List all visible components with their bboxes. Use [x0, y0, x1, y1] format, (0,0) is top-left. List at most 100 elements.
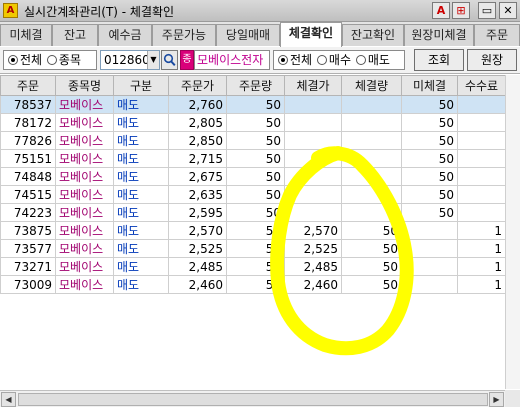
table-cell-col-order-no: 74515	[0, 185, 56, 204]
tab-unfilled[interactable]: 미체결	[0, 24, 52, 46]
tab-deposit[interactable]: 예수금	[98, 24, 152, 46]
side-sell-radio[interactable]: 매도	[355, 53, 390, 67]
table-cell-col-order-no: 73009	[0, 275, 56, 294]
column-header-col-exec-qty[interactable]: 체결량	[341, 75, 402, 96]
table-row[interactable]: 74515 모베이스 매도 2,635 50 50	[0, 185, 506, 204]
tab-ledger-unfilled[interactable]: 원장미체결	[404, 24, 474, 46]
search-button[interactable]	[161, 50, 178, 70]
table-cell-col-fee	[457, 203, 506, 222]
scroll-left-icon[interactable]: ◀	[1, 392, 16, 407]
scroll-thumb[interactable]	[18, 393, 488, 406]
table-cell-col-order-price: 2,570	[168, 221, 227, 240]
column-header-col-order-no[interactable]: 주문	[0, 75, 56, 96]
close-button[interactable]: ✕	[499, 2, 517, 19]
table-header-row: 주문 종목명 구분 주문가 주문량 체결가 체결량 미체결 수수료	[0, 75, 506, 96]
tab-orderable[interactable]: 주문가능	[152, 24, 216, 46]
table-cell-col-stock-name: 모베이스	[55, 131, 114, 150]
table-cell-col-exec-qty	[341, 203, 402, 222]
table-cell-col-exec-qty: 50	[341, 275, 402, 294]
column-header-col-unfilled[interactable]: 미체결	[401, 75, 458, 96]
table-cell-col-exec-qty: 50	[341, 221, 402, 240]
table-cell-col-order-price: 2,595	[168, 203, 227, 222]
table-cell-col-exec-price	[284, 149, 342, 168]
column-header-col-fee[interactable]: 수수료	[457, 75, 506, 96]
table-cell-col-side: 매도	[113, 167, 169, 186]
table-cell-col-order-price: 2,715	[168, 149, 227, 168]
radio-dot-icon	[316, 55, 327, 65]
table-cell-col-order-no: 73271	[0, 257, 56, 276]
table-row[interactable]: 78537 모베이스 매도 2,760 50 50	[0, 95, 506, 114]
column-header-col-order-price[interactable]: 주문가	[168, 75, 227, 96]
table-cell-col-stock-name: 모베이스	[55, 167, 114, 186]
column-header-col-stock-name[interactable]: 종목명	[55, 75, 114, 96]
table-cell-col-exec-price	[284, 167, 342, 186]
table-row[interactable]: 73271 모베이스 매도 2,485 50 2,485 50 1	[0, 257, 506, 276]
table-cell-col-order-no: 73577	[0, 239, 56, 258]
table-cell-col-exec-qty	[341, 131, 402, 150]
column-header-col-side[interactable]: 구분	[113, 75, 169, 96]
table-cell-col-side: 매도	[113, 275, 169, 294]
vertical-scrollbar[interactable]	[505, 75, 520, 389]
table-row[interactable]: 75151 모베이스 매도 2,715 50 50	[0, 149, 506, 168]
table-cell-col-order-price: 2,635	[168, 185, 227, 204]
query-button[interactable]: 조회	[414, 49, 464, 71]
table-cell-col-stock-name: 모베이스	[55, 185, 114, 204]
scope-all-radio[interactable]: 전체	[7, 53, 42, 67]
tab-execution-check[interactable]: 체결확인	[280, 22, 342, 47]
table-cell-col-exec-qty	[341, 185, 402, 204]
table-cell-col-fee: 1	[457, 275, 506, 294]
table-cell-col-exec-price: 2,460	[284, 275, 342, 294]
side-all-radio[interactable]: 전체	[277, 53, 312, 67]
table-cell-col-unfilled	[401, 221, 458, 240]
table-cell-col-fee	[457, 95, 506, 114]
tab-daily-trade[interactable]: 당일매매	[216, 24, 280, 46]
radio-dot-icon	[8, 55, 18, 65]
tab-order[interactable]: 주문	[474, 24, 520, 46]
table-cell-col-fee: 1	[457, 221, 506, 240]
table-cell-col-order-price: 2,675	[168, 167, 227, 186]
table-cell-col-order-price: 2,485	[168, 257, 227, 276]
execution-table: 주문 종목명 구분 주문가 주문량 체결가 체결량 미체결 수수료 78537 모베이스 매도 2,7…	[0, 75, 506, 294]
table-cell-col-order-no: 73875	[0, 221, 56, 240]
radio-dot-icon	[278, 55, 288, 65]
table-cell-col-exec-qty	[341, 167, 402, 186]
stock-code-input[interactable]: 012860 ▼	[100, 50, 160, 70]
tab-bar: 미체결 잔고 예수금 주문가능 당일매매 체결확인 잔고확인 원장미체결 주문	[0, 22, 520, 47]
table-cell-col-side: 매도	[113, 221, 169, 240]
table-row[interactable]: 73577 모베이스 매도 2,525 50 2,525 50 1	[0, 239, 506, 258]
table-row[interactable]: 74848 모베이스 매도 2,675 50 50	[0, 167, 506, 186]
table-row[interactable]: 73009 모베이스 매도 2,460 50 2,460 50 1	[0, 275, 506, 294]
table-cell-col-order-price: 2,460	[168, 275, 227, 294]
horizontal-scrollbar[interactable]: ◀ ▶	[0, 390, 505, 407]
scope-stock-radio[interactable]: 종목	[46, 53, 81, 67]
table-row[interactable]: 74223 모베이스 매도 2,595 50 50	[0, 203, 506, 222]
window-title: 실시간계좌관리(T) - 체결확인	[24, 5, 175, 19]
column-header-col-order-qty[interactable]: 주문량	[226, 75, 285, 96]
table-cell-col-order-price: 2,760	[168, 95, 227, 114]
table-cell-col-fee	[457, 149, 506, 168]
table-cell-col-side: 매도	[113, 203, 169, 222]
table-cell-col-stock-name: 모베이스	[55, 257, 114, 276]
maximize-button[interactable]: ▭	[478, 2, 496, 19]
table-row[interactable]: 73875 모베이스 매도 2,570 50 2,570 50 1	[0, 221, 506, 240]
dropdown-arrow-icon[interactable]: ▼	[147, 51, 159, 69]
table-row[interactable]: 77826 모베이스 매도 2,850 50 50	[0, 131, 506, 150]
table-cell-col-side: 매도	[113, 95, 169, 114]
column-header-col-exec-price[interactable]: 체결가	[284, 75, 342, 96]
table-row[interactable]: 78172 모베이스 매도 2,805 50 50	[0, 113, 506, 132]
ledger-button[interactable]: 원장	[467, 49, 517, 71]
tab-balance[interactable]: 잔고	[52, 24, 98, 46]
table-cell-col-side: 매도	[113, 257, 169, 276]
font-size-button[interactable]: A	[432, 2, 450, 19]
table-cell-col-stock-name: 모베이스	[55, 149, 114, 168]
link-button[interactable]: ⊞	[452, 2, 470, 19]
table-cell-col-stock-name: 모베이스	[55, 239, 114, 258]
table-cell-col-exec-price	[284, 203, 342, 222]
side-buy-radio[interactable]: 매수	[316, 53, 351, 67]
table-cell-col-order-no: 75151	[0, 149, 56, 168]
table-cell-col-unfilled: 50	[401, 131, 458, 150]
scroll-right-icon[interactable]: ▶	[489, 392, 504, 407]
table-cell-col-side: 매도	[113, 149, 169, 168]
tab-balance-check[interactable]: 잔고확인	[342, 24, 404, 46]
table-cell-col-order-price: 2,525	[168, 239, 227, 258]
